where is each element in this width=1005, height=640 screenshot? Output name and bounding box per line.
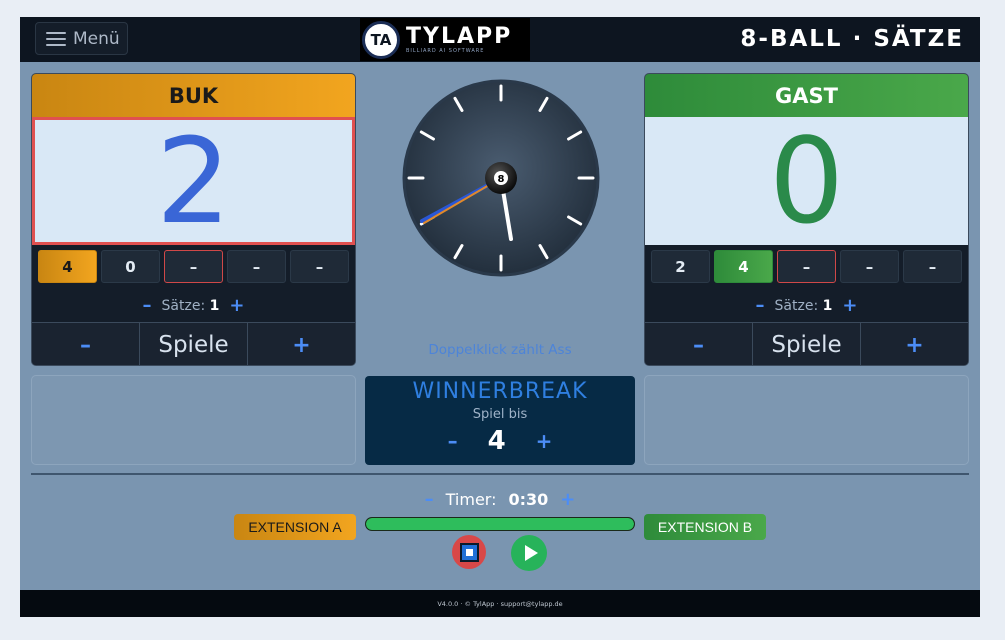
spiele-label: Spiele (139, 323, 248, 365)
header-bar: Menü TA TYLAPP BILLIARD AI SOFTWARE 8-BA… (20, 17, 980, 62)
winnerbreak-subtitle: Spiel bis (472, 407, 528, 422)
set-chip[interactable]: 2 (651, 250, 710, 283)
saetze-counter-right: – Sätze: 1 + (645, 289, 968, 322)
logo-mark-icon: TA (362, 20, 400, 59)
play-button[interactable] (511, 535, 547, 571)
footer: V4.0.0 · © TylApp · support@tylapp.de (20, 590, 980, 617)
player-name-right[interactable]: GAST (645, 74, 968, 117)
stop-button[interactable] (452, 535, 486, 569)
player-panel-right: GAST 0 2 4 – – – – Sätze: 1 + – Spiele + (644, 73, 969, 366)
set-chip[interactable]: – (290, 250, 349, 283)
saetze-label: Sätze: (161, 297, 206, 314)
info-panel-right (644, 375, 969, 465)
extension-b-button[interactable]: EXTENSION B (644, 514, 766, 540)
set-chip[interactable]: 4 (714, 250, 773, 283)
timer-controls: – Timer: 0:30 + (415, 489, 585, 510)
spiele-controls-left: – Spiele + (32, 322, 355, 365)
score-right[interactable]: 0 (645, 117, 968, 245)
timer-progress-bar (365, 517, 635, 531)
info-panel-left (31, 375, 356, 465)
saetze-minus-button[interactable]: – (143, 295, 152, 316)
saetze-value: 1 (822, 297, 833, 314)
winnerbreak-panel: WINNERBREAK Spiel bis – 4 + (365, 376, 635, 465)
race-plus-button[interactable]: + (536, 429, 553, 453)
spiele-label: Spiele (752, 323, 861, 365)
saetze-plus-button[interactable]: + (229, 295, 244, 316)
menu-button[interactable]: Menü (35, 22, 128, 55)
saetze-label: Sätze: (774, 297, 819, 314)
app-frame: Menü TA TYLAPP BILLIARD AI SOFTWARE 8-BA… (20, 17, 980, 617)
saetze-minus-button[interactable]: – (756, 295, 765, 316)
spiele-plus-button[interactable]: + (248, 323, 355, 365)
logo-subtext: BILLIARD AI SOFTWARE (406, 47, 485, 54)
app-logo: TA TYLAPP BILLIARD AI SOFTWARE (360, 18, 530, 61)
saetze-value: 1 (209, 297, 220, 314)
spiele-controls-right: – Spiele + (645, 322, 968, 365)
extension-a-button[interactable]: EXTENSION A (234, 514, 356, 540)
set-chip[interactable]: – (777, 250, 836, 283)
timer-progress-fill (366, 518, 634, 530)
menu-label: Menü (73, 28, 120, 49)
clock-hint: Doppelklick zählt Ass (428, 342, 572, 358)
timer-minus-button[interactable]: – (425, 489, 434, 510)
hamburger-icon (46, 31, 66, 46)
set-chip[interactable]: – (164, 250, 223, 283)
race-minus-button[interactable]: – (448, 429, 458, 453)
score-left[interactable]: 2 (32, 117, 355, 245)
spiele-minus-button[interactable]: – (32, 323, 139, 365)
play-icon (524, 545, 538, 561)
page-title: 8-BALL · SÄTZE (740, 26, 964, 52)
divider (31, 473, 969, 475)
winnerbreak-title[interactable]: WINNERBREAK (365, 379, 635, 404)
player-panel-left: BUK 2 4 0 – – – – Sätze: 1 + – Spiele + (31, 73, 356, 366)
set-chip[interactable]: 4 (38, 250, 97, 283)
timer-value: 0:30 (508, 490, 549, 509)
saetze-plus-button[interactable]: + (842, 295, 857, 316)
spiele-minus-button[interactable]: – (645, 323, 752, 365)
stop-icon (459, 542, 479, 562)
timer-plus-button[interactable]: + (560, 489, 575, 510)
set-chip[interactable]: – (227, 250, 286, 283)
set-chip[interactable]: – (840, 250, 899, 283)
race-to-value: 4 (487, 426, 506, 456)
player-name-left[interactable]: BUK (32, 74, 355, 117)
set-history-right: 2 4 – – – (645, 245, 968, 289)
set-chip[interactable]: – (903, 250, 962, 283)
spiele-plus-button[interactable]: + (861, 323, 968, 365)
set-chip[interactable]: 0 (101, 250, 160, 283)
set-history-left: 4 0 – – – (32, 245, 355, 289)
shot-clock[interactable]: 8 (402, 79, 600, 277)
timer-label: Timer: (445, 490, 497, 509)
logo-text: TYLAPP (406, 23, 513, 49)
saetze-counter-left: – Sätze: 1 + (32, 289, 355, 322)
eight-ball-number: 8 (498, 174, 505, 185)
